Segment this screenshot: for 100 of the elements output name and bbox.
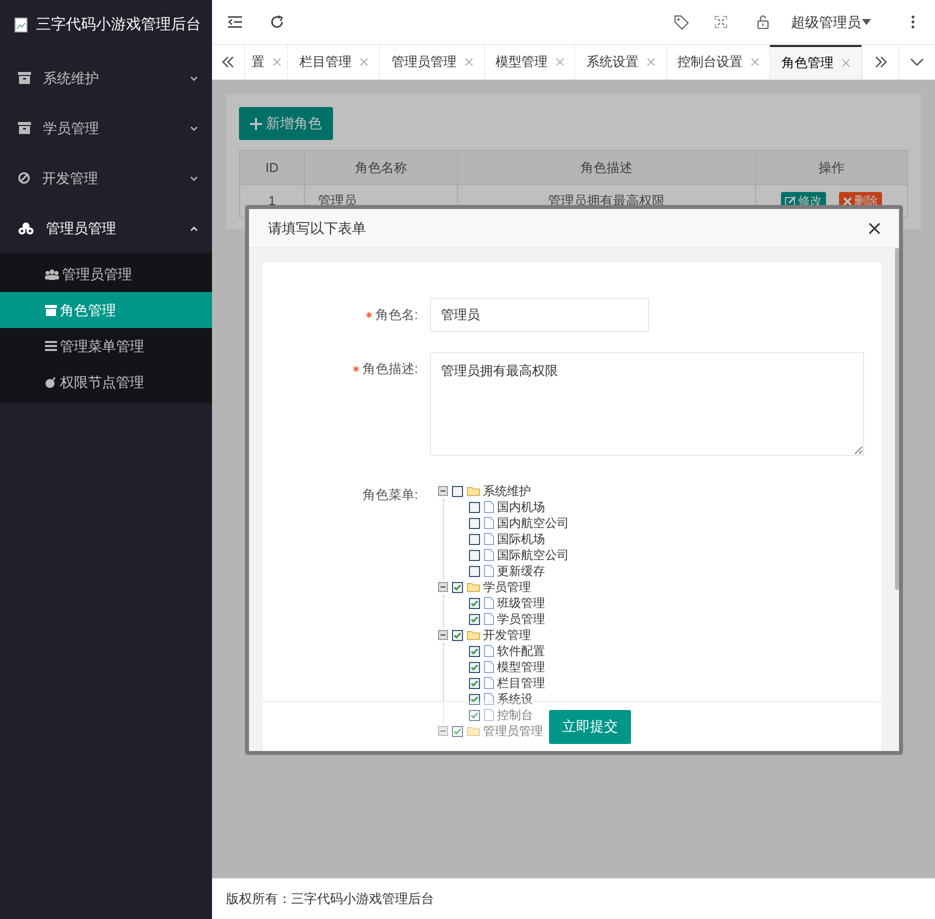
checkbox[interactable]: [452, 582, 463, 592]
tree-node-label[interactable]: 国际机场: [497, 533, 545, 545]
close-icon: [272, 58, 280, 66]
file-icon: [484, 501, 494, 513]
menu-item[interactable]: 学员管理: [0, 103, 212, 153]
checkbox[interactable]: [469, 598, 480, 608]
checkbox[interactable]: [469, 678, 480, 688]
cubes-icon: [18, 222, 34, 234]
chevron-up-icon: [190, 226, 198, 230]
tab[interactable]: 角色管理: [770, 45, 862, 79]
folder-icon: [467, 726, 480, 736]
checkbox[interactable]: [469, 614, 480, 624]
checkbox[interactable]: [452, 726, 463, 736]
submenu-item[interactable]: 角色管理: [0, 292, 212, 328]
chevron-down-icon: [190, 76, 198, 80]
submenu-item[interactable]: 管理菜单管理: [0, 328, 212, 364]
menu-item[interactable]: 系统维护: [0, 53, 212, 103]
close-icon: [360, 58, 368, 66]
checkbox[interactable]: [452, 630, 463, 640]
tab[interactable]: 系统设置: [575, 45, 667, 79]
checkbox[interactable]: [452, 486, 463, 496]
submenu-item[interactable]: 权限节点管理: [0, 364, 212, 400]
tree-node-label[interactable]: 软件配置: [497, 645, 545, 657]
tab[interactable]: 栏目管理: [288, 45, 380, 79]
file-icon: [484, 677, 494, 689]
menu-item[interactable]: 管理员管理: [0, 203, 212, 253]
checkbox[interactable]: [469, 502, 480, 512]
tree-node-label[interactable]: 国际航空公司: [497, 549, 569, 561]
more-icon[interactable]: [911, 15, 915, 29]
tab[interactable]: 管理员管理: [380, 45, 485, 79]
checkbox[interactable]: [469, 566, 480, 576]
edit-icon: [785, 196, 796, 206]
column-header: 角色名称: [304, 150, 458, 184]
indent-icon[interactable]: [228, 16, 242, 28]
submenu-item[interactable]: 管理员管理: [0, 256, 212, 292]
folder-icon: [467, 630, 480, 640]
collapse-icon[interactable]: [438, 582, 448, 592]
checkbox[interactable]: [469, 550, 480, 560]
checkbox[interactable]: [469, 646, 480, 656]
lock-icon[interactable]: [757, 15, 769, 29]
app-title: 三字代码小游戏管理后台: [36, 14, 201, 35]
collapse-icon[interactable]: [438, 630, 448, 640]
broken-image-icon: [14, 17, 30, 33]
tree-node-label[interactable]: 系统设: [497, 693, 533, 705]
checkbox[interactable]: [469, 662, 480, 672]
plus-icon: [250, 118, 262, 130]
role-name-field[interactable]: 管理员: [430, 298, 649, 332]
menu-item[interactable]: 开发管理: [0, 153, 212, 203]
collapse-icon[interactable]: [438, 486, 448, 496]
file-icon: [484, 661, 494, 673]
tree-node-label[interactable]: 学员管理: [483, 581, 531, 593]
list-icon: [45, 341, 57, 351]
file-icon: [484, 597, 494, 609]
tree-node-label[interactable]: 模型管理: [497, 661, 545, 673]
checkbox[interactable]: [469, 694, 480, 704]
field-label: 角色名:: [375, 306, 418, 324]
bomb-icon: [45, 376, 57, 388]
tab[interactable]: 置: [245, 45, 288, 79]
archive-icon: [18, 72, 31, 84]
folder-icon: [467, 486, 480, 496]
close-icon: [556, 58, 564, 66]
fullscreen-icon[interactable]: [715, 16, 727, 28]
tree-node-label[interactable]: 更新缓存: [497, 565, 545, 577]
column-header: 操作: [756, 150, 908, 184]
file-icon: [484, 709, 494, 721]
checkbox[interactable]: [469, 534, 480, 544]
file-icon: [484, 693, 494, 705]
tag-icon[interactable]: [674, 14, 689, 30]
file-icon: [484, 533, 494, 545]
tree-node-label[interactable]: 控制台: [497, 709, 533, 721]
tree-node-label[interactable]: 国内航空公司: [497, 517, 569, 529]
checkbox[interactable]: [469, 518, 480, 528]
close-icon: [464, 58, 472, 66]
dialog-title: 请填写以下表单: [268, 218, 367, 238]
tree-node-label[interactable]: 学员管理: [497, 613, 545, 625]
archive-icon: [45, 304, 57, 316]
submit-button[interactable]: 立即提交: [549, 710, 631, 744]
file-icon: [484, 517, 494, 529]
close-icon[interactable]: [869, 222, 880, 234]
tree-node-label[interactable]: 国内机场: [497, 501, 545, 513]
tree-node-label[interactable]: 班级管理: [497, 597, 545, 609]
close-icon: [843, 196, 852, 206]
column-header: 角色描述: [458, 150, 756, 184]
tab[interactable]: 模型管理: [485, 45, 575, 79]
file-icon: [484, 549, 494, 561]
file-icon: [484, 613, 494, 625]
tree-node-label[interactable]: 管理员管理: [483, 725, 543, 737]
tree-node-label[interactable]: 系统维护: [483, 485, 531, 497]
copyright-text: 版权所有：三字代码小游戏管理后台: [226, 890, 434, 908]
archive-icon: [18, 122, 31, 134]
chevron-down-icon: [910, 58, 924, 66]
user-menu[interactable]: 超级管理员: [791, 12, 871, 32]
file-icon: [484, 645, 494, 657]
tree-node-label[interactable]: 栏目管理: [497, 677, 545, 689]
checkbox[interactable]: [469, 710, 480, 720]
chevron-down-icon: [190, 176, 198, 180]
role-description-field[interactable]: 管理员拥有最高权限: [430, 352, 864, 456]
tree-node-label[interactable]: 开发管理: [483, 629, 531, 641]
close-icon: [842, 59, 850, 67]
refresh-icon[interactable]: [270, 15, 284, 29]
